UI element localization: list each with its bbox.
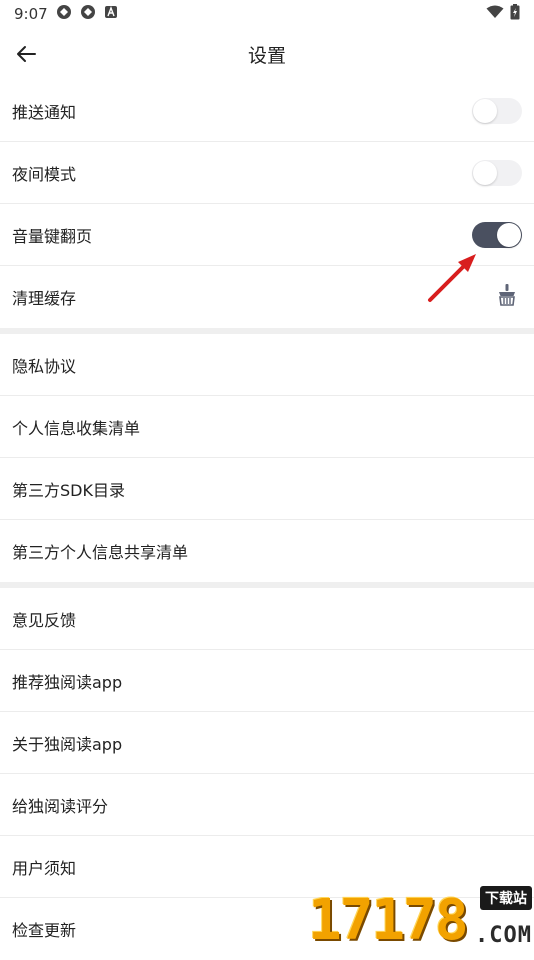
watermark-digits: 17178: [308, 888, 469, 953]
status-left: 9:07: [14, 4, 118, 24]
setting-label: 关于独阅读app: [12, 734, 123, 754]
watermark-badge: 下载站: [480, 886, 532, 910]
setting-personal-info-collection-list[interactable]: 个人信息收集清单: [0, 396, 534, 458]
setting-label: 推荐独阅读app: [12, 672, 123, 692]
setting-label: 清理缓存: [12, 289, 77, 308]
setting-rate-app[interactable]: 给独阅读评分: [0, 774, 534, 836]
setting-push-notifications[interactable]: 推送通知: [0, 80, 534, 142]
setting-label: 意见反馈: [12, 610, 77, 630]
back-arrow-icon: [17, 46, 36, 62]
setting-privacy-agreement[interactable]: 隐私协议: [0, 334, 534, 396]
setting-feedback[interactable]: 意见反馈: [0, 588, 534, 650]
app-notification-icon: [80, 4, 96, 24]
status-bar: 9:07: [0, 0, 534, 28]
setting-label: 夜间模式: [12, 164, 77, 184]
setting-label: 个人信息收集清单: [12, 418, 141, 438]
setting-label: 用户须知: [12, 858, 77, 878]
wifi-icon: [486, 5, 504, 23]
setting-recommend-app[interactable]: 推荐独阅读app: [0, 650, 534, 712]
setting-label: 隐私协议: [12, 356, 77, 376]
broom-icon[interactable]: [496, 283, 518, 311]
watermark-logo: 17178 下载站 .COM: [308, 884, 534, 953]
setting-about-app[interactable]: 关于独阅读app: [0, 712, 534, 774]
setting-third-party-info-sharing-list[interactable]: 第三方个人信息共享清单: [0, 520, 534, 582]
a-badge-icon: [104, 5, 118, 23]
setting-night-mode[interactable]: 夜间模式: [0, 142, 534, 204]
push-notifications-toggle[interactable]: [472, 97, 522, 124]
volume-key-page-turn-toggle[interactable]: [472, 221, 522, 248]
night-mode-toggle[interactable]: [472, 159, 522, 186]
app-notification-icon: [56, 4, 72, 24]
setting-third-party-sdk-directory[interactable]: 第三方SDK目录: [0, 458, 534, 520]
setting-label: 检查更新: [12, 921, 77, 940]
header: 设置: [0, 28, 534, 80]
toggle-knob: [497, 222, 521, 247]
settings-list: 推送通知 夜间模式 音量键翻页 清理缓存 隐私协议 个人信息收集清单 第三方SD…: [0, 80, 534, 960]
status-right: [486, 4, 520, 24]
setting-label: 第三方SDK目录: [12, 480, 125, 500]
setting-label: 音量键翻页: [12, 226, 93, 246]
toggle-knob: [473, 160, 497, 185]
status-time: 9:07: [14, 5, 48, 23]
watermark-domain: .COM: [475, 923, 532, 948]
toggle-knob: [473, 98, 497, 123]
page-title: 设置: [247, 44, 286, 67]
battery-charging-icon: [510, 4, 520, 24]
annotation-arrow-icon: [428, 254, 476, 302]
setting-label: 第三方个人信息共享清单: [12, 543, 189, 562]
setting-label: 推送通知: [12, 102, 77, 122]
setting-label: 给独阅读评分: [12, 796, 109, 816]
back-button[interactable]: [10, 38, 42, 70]
